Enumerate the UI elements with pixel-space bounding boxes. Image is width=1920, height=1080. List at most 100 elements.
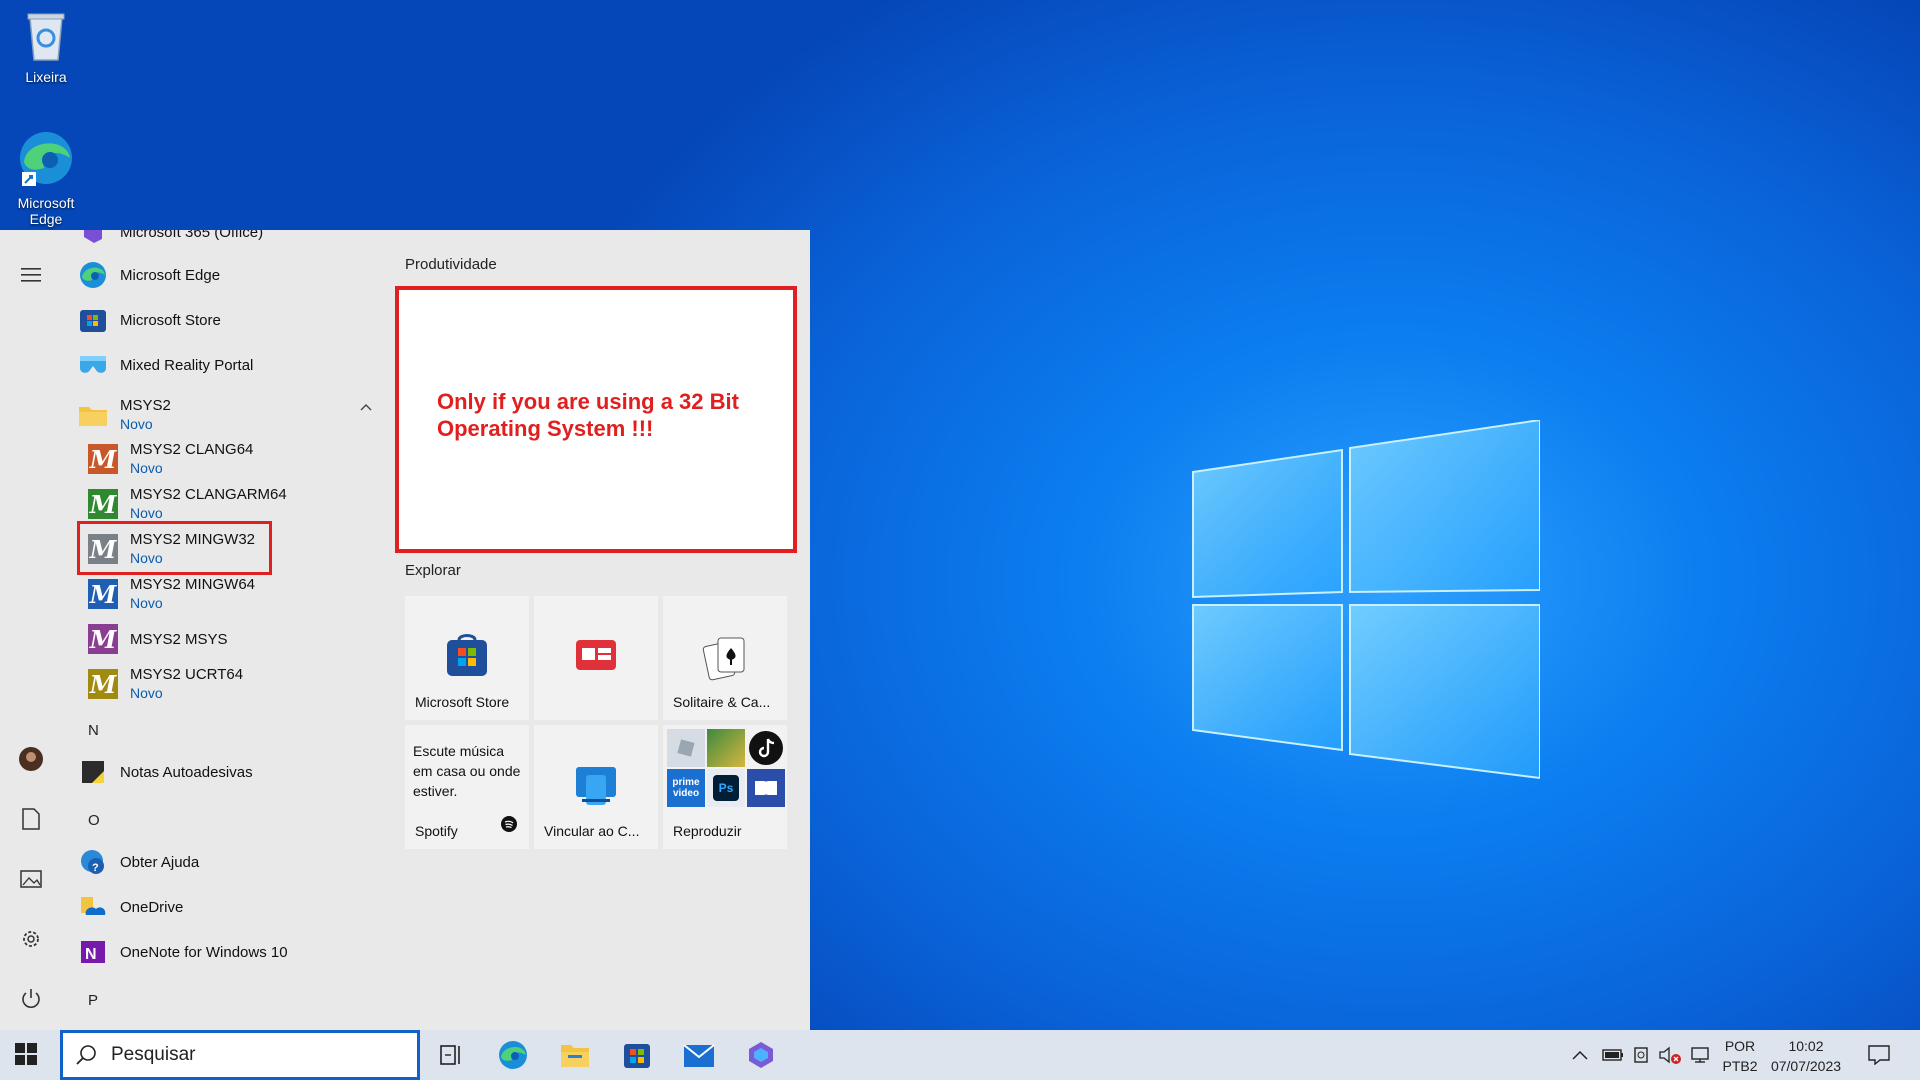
tile-label: Solitaire & Ca... bbox=[673, 694, 771, 710]
app-label: Notas Autoadesivas bbox=[120, 763, 253, 781]
msys2-mingw64-icon: M bbox=[88, 579, 118, 609]
app-item-msys2-ucrt64[interactable]: M MSYS2 UCRT64 Novo bbox=[88, 662, 243, 706]
letter-header-p[interactable]: P bbox=[88, 992, 98, 1009]
documents-icon[interactable] bbox=[18, 806, 44, 832]
app-item-msys2-clang64[interactable]: M MSYS2 CLANG64 Novo bbox=[88, 437, 253, 481]
app-label: MSYS2 CLANG64 bbox=[130, 441, 254, 458]
app-item-microsoft-store[interactable]: Microsoft Store bbox=[78, 302, 221, 338]
app-label: Microsoft Edge bbox=[120, 266, 221, 284]
tiktok-icon bbox=[747, 729, 785, 767]
tile-phone-link[interactable]: Vincular ao C... bbox=[534, 725, 658, 849]
tile-label: Reproduzir bbox=[673, 823, 742, 839]
tile-label: Vincular ao C... bbox=[544, 823, 640, 839]
mingw32-highlight-box bbox=[77, 521, 272, 575]
clock-time: 10:02 bbox=[1788, 1038, 1824, 1054]
user-avatar-icon[interactable] bbox=[18, 746, 44, 772]
tile-spotify[interactable]: Escute música em casa ou onde estiver. S… bbox=[405, 725, 529, 849]
taskbar-mail-icon[interactable] bbox=[683, 1039, 715, 1071]
new-badge: Novo bbox=[120, 416, 153, 432]
svg-text:?: ? bbox=[92, 862, 99, 874]
taskbar-store-icon[interactable] bbox=[621, 1039, 653, 1071]
pictures-icon[interactable] bbox=[18, 866, 44, 892]
letter-header-n[interactable]: N bbox=[88, 722, 99, 739]
phone-link-icon bbox=[534, 765, 658, 809]
battery-icon[interactable] bbox=[1602, 1030, 1624, 1080]
tile-solitaire[interactable]: Solitaire & Ca... bbox=[663, 596, 787, 720]
store-icon bbox=[405, 634, 529, 678]
get-help-icon: ? bbox=[78, 847, 108, 877]
letter-header-o[interactable]: O bbox=[88, 812, 100, 829]
clock-date: 07/07/2023 bbox=[1770, 1058, 1842, 1074]
power-icon[interactable] bbox=[18, 986, 44, 1012]
taskbar: Pesquisar POR PTB2 10:02 07/07/2023 bbox=[0, 1030, 1920, 1080]
app-item-edge[interactable]: Microsoft Edge bbox=[78, 257, 220, 293]
search-icon bbox=[76, 1045, 96, 1065]
network-icon[interactable] bbox=[1690, 1030, 1712, 1080]
store-icon bbox=[78, 305, 108, 335]
onenote-icon: N bbox=[78, 937, 108, 967]
new-badge: Novo bbox=[130, 460, 163, 476]
photoshop-icon: Ps bbox=[707, 769, 745, 807]
keyboard-layout: PTB2 bbox=[1722, 1058, 1758, 1074]
tile-label: Spotify bbox=[415, 823, 458, 839]
hamburger-menu-icon[interactable] bbox=[18, 262, 44, 288]
new-badge: Novo bbox=[130, 595, 163, 611]
windows-start-icon bbox=[15, 1043, 37, 1065]
device-icon[interactable] bbox=[1632, 1030, 1650, 1080]
solitaire-cards-icon bbox=[663, 634, 787, 682]
prime-video-icon: prime video bbox=[667, 769, 705, 807]
task-view-icon[interactable] bbox=[435, 1039, 467, 1071]
spotify-description: Escute música em casa ou onde estiver. bbox=[413, 743, 521, 799]
desktop-icon-recycle-bin[interactable]: Lixeira bbox=[8, 8, 84, 85]
notifications-icon[interactable] bbox=[1868, 1030, 1890, 1080]
app-item-msys2-mingw64[interactable]: M MSYS2 MINGW64 Novo bbox=[88, 572, 255, 616]
app-item-sticky-notes[interactable]: Notas Autoadesivas bbox=[78, 754, 253, 790]
msys2-ucrt64-icon: M bbox=[88, 669, 118, 699]
tile-microsoft-store[interactable]: Microsoft Store bbox=[405, 596, 529, 720]
app-label: MSYS2 bbox=[120, 397, 171, 414]
recycle-bin-icon bbox=[27, 13, 65, 61]
tile-label: Microsoft Store bbox=[415, 694, 510, 710]
app-label: MSYS2 CLANGARM64 bbox=[130, 486, 287, 503]
app-item-onenote[interactable]: N OneNote for Windows 10 bbox=[78, 934, 288, 970]
taskbar-copilot-icon[interactable] bbox=[745, 1039, 777, 1071]
clock[interactable]: 10:02 07/07/2023 bbox=[1766, 1036, 1846, 1076]
search-box[interactable]: Pesquisar bbox=[60, 1030, 420, 1080]
taskbar-file-explorer-icon[interactable] bbox=[559, 1039, 591, 1071]
start-menu: Microsoft 365 (Office) Microsoft Edge Mi… bbox=[0, 230, 810, 1030]
app-item-get-help[interactable]: ? Obter Ajuda bbox=[78, 844, 199, 880]
start-button[interactable] bbox=[14, 1042, 40, 1068]
new-badge: Novo bbox=[130, 685, 163, 701]
app-item-msys2-msys[interactable]: M MSYS2 MSYS bbox=[88, 617, 228, 661]
app-list: Microsoft 365 (Office) Microsoft Edge Mi… bbox=[62, 230, 382, 1030]
app-item-mixed-reality-portal[interactable]: Mixed Reality Portal bbox=[78, 347, 253, 383]
desktop-icon-edge[interactable]: Microsoft Edge bbox=[8, 128, 84, 227]
onedrive-icon bbox=[78, 892, 108, 922]
photoshop-label: Ps bbox=[713, 775, 739, 801]
app-item-onedrive[interactable]: OneDrive bbox=[78, 889, 183, 925]
taskbar-edge-icon[interactable] bbox=[497, 1039, 529, 1071]
desktop-icon-label: Lixeira bbox=[25, 69, 67, 85]
app-label: MSYS2 UCRT64 bbox=[130, 666, 244, 683]
chevron-up-icon[interactable] bbox=[360, 398, 372, 416]
svg-text:N: N bbox=[85, 946, 97, 963]
settings-gear-icon[interactable] bbox=[18, 926, 44, 952]
tile-play-folder[interactable]: prime video Ps Reproduzir bbox=[663, 725, 787, 849]
folder-icon bbox=[78, 400, 108, 430]
tray-chevron-up-icon[interactable] bbox=[1572, 1030, 1588, 1080]
app-label: Microsoft 365 (Office) bbox=[120, 230, 264, 241]
tile-news[interactable] bbox=[534, 596, 658, 720]
edge-icon bbox=[78, 260, 108, 290]
app-label: Obter Ajuda bbox=[120, 853, 200, 871]
sticky-notes-icon bbox=[78, 757, 108, 787]
app-item-microsoft-365[interactable]: Microsoft 365 (Office) bbox=[78, 230, 263, 250]
app-folder-msys2[interactable]: MSYS2 Novo bbox=[78, 392, 171, 438]
language-code: POR bbox=[1724, 1038, 1756, 1054]
search-input-placeholder[interactable]: Pesquisar bbox=[111, 1044, 196, 1066]
language-indicator[interactable]: POR PTB2 bbox=[1720, 1036, 1760, 1076]
app-item-msys2-clangarm64[interactable]: M MSYS2 CLANGARM64 Novo bbox=[88, 482, 287, 526]
mixed-reality-icon bbox=[78, 350, 108, 380]
volume-muted-icon[interactable] bbox=[1658, 1030, 1682, 1080]
app-label: Mixed Reality Portal bbox=[120, 356, 254, 374]
news-icon bbox=[534, 634, 658, 674]
